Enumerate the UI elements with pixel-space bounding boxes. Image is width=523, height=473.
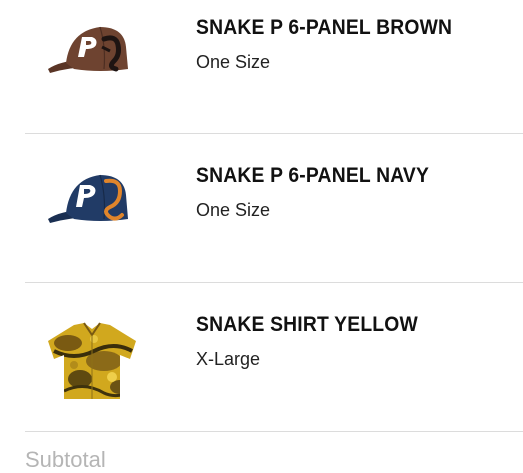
cart-item[interactable]: SNAKE SHIRT YELLOW X-Large xyxy=(0,297,523,445)
product-size: One Size xyxy=(196,52,271,72)
divider xyxy=(25,282,523,283)
divider xyxy=(25,133,523,134)
cart-item-list: SNAKE P 6-PANEL BROWN One Size SNAKE P 6… xyxy=(0,0,523,472)
subtotal-label: Subtotal xyxy=(25,447,106,472)
product-title[interactable]: SNAKE P 6-PANEL NAVY xyxy=(196,164,429,188)
cart-item-info: SNAKE SHIRT YELLOW X-Large xyxy=(196,313,437,370)
product-size: One Size xyxy=(196,200,271,220)
product-title[interactable]: SNAKE P 6-PANEL BROWN xyxy=(196,16,452,40)
cart-item-info: SNAKE P 6-PANEL NAVY One Size xyxy=(196,164,449,221)
product-title[interactable]: SNAKE SHIRT YELLOW xyxy=(196,313,418,337)
brown-cap-image xyxy=(48,26,128,73)
cart-item[interactable]: SNAKE P 6-PANEL NAVY One Size xyxy=(0,148,523,296)
yellow-shirt-image xyxy=(48,322,136,399)
cart-item[interactable]: SNAKE P 6-PANEL BROWN One Size xyxy=(0,0,523,148)
product-thumbnail-brown-cap[interactable] xyxy=(40,10,144,94)
product-size: X-Large xyxy=(196,349,261,369)
product-thumbnail-yellow-shirt[interactable] xyxy=(40,319,144,403)
cart-item-info: SNAKE P 6-PANEL BROWN One Size xyxy=(196,16,474,73)
divider xyxy=(25,431,523,432)
product-thumbnail-navy-cap[interactable] xyxy=(40,158,144,242)
navy-cap-image xyxy=(48,174,128,223)
